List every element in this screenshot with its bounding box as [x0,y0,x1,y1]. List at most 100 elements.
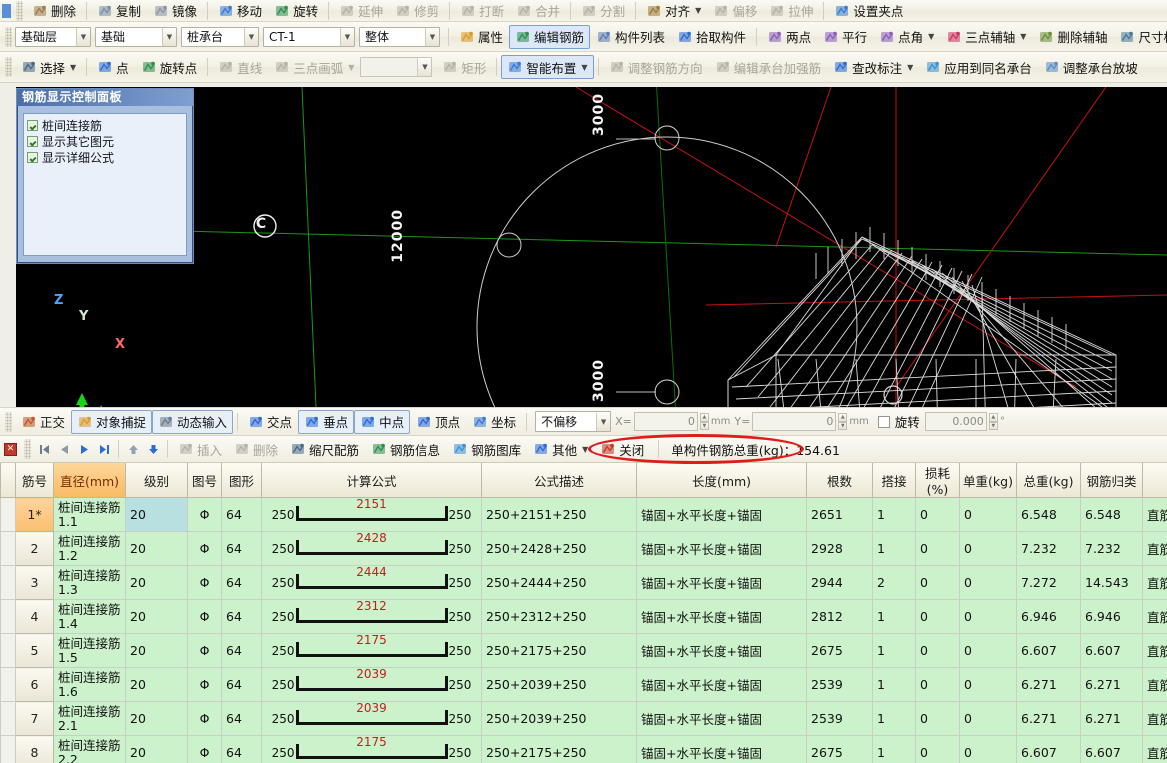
control-panel-checkbox-row[interactable]: 显示详细公式 [27,150,183,165]
rebar-grid[interactable]: 筋号 直径(mm) 级别 图号 图形 计算公式 公式描述 长度(mm) 根数 搭接 损耗(%) 单重(… [0,463,1167,763]
cell-formula-desc[interactable]: 锚固+水平长度+锚固 [636,633,807,668]
cell-length[interactable]: 2651 [806,497,873,532]
row-number[interactable]: 8 [15,735,54,763]
cell-length[interactable]: 2539 [806,667,873,702]
component-select[interactable]: CT-1 ▼ [263,26,355,47]
cell-shape[interactable]: 250 2444 250 [261,565,482,600]
table-row[interactable]: 7 桩间连接筋2.1 20 Φ 64 250 2039 250 250+2039+250 锚固+水… [0,701,1167,736]
toolbar-item-three-point-axis[interactable]: 三点辅轴 ▼ [940,25,1032,49]
column-header-lap[interactable]: 搭接 [872,463,916,498]
cell-loss[interactable]: 0 [959,531,1017,566]
toolbar-item-rebar-library[interactable]: 钢筋图库 [446,437,527,461]
cell-loss[interactable]: 0 [959,633,1017,668]
cell-classify[interactable]: 直筋 [1142,565,1167,600]
toolbar-grip[interactable] [16,0,23,21]
toolbar-grip[interactable] [5,411,12,432]
cell-rebar-name[interactable]: 桩间连接筋1.6 [53,667,126,702]
table-row[interactable]: 6 桩间连接筋1.6 20 Φ 64 250 2039 250 250+2039+250 锚固+水… [0,667,1167,702]
cell-formula-desc[interactable]: 锚固+水平长度+锚固 [636,667,807,702]
cell-total-weight[interactable]: 6.946 [1080,599,1143,634]
cell-shape[interactable]: 250 2039 250 [261,701,482,736]
chevron-down-icon[interactable]: ▼ [695,6,701,15]
cell-rebar-name[interactable]: 桩间连接筋1.2 [53,531,126,566]
toolbar-item-pick-component[interactable]: 拾取构件 [671,25,752,49]
cell-rebar-name[interactable]: 桩间连接筋1.3 [53,565,126,600]
cell-rebar-name[interactable]: 桩间连接筋1.5 [53,633,126,668]
toolbar-grip[interactable] [24,439,31,459]
column-header-name[interactable]: 筋号 [15,463,54,498]
toolbar-item-apply-same-cap[interactable]: 应用到同名承台 [919,55,1038,79]
toolbar-item-vertex-snap[interactable]: 顶点 [410,410,466,434]
cell-shape[interactable]: 250 2151 250 [261,497,482,532]
toolbar-item-rotate-point[interactable]: 旋转点 [135,55,204,79]
cell-loss[interactable]: 0 [959,565,1017,600]
cell-diameter[interactable]: 20 [125,531,188,566]
cell-loss[interactable]: 0 [959,497,1017,532]
toolbar-item-check-annotation[interactable]: 查改标注 ▼ [827,55,919,79]
cell-unit-weight[interactable]: 6.946 [1016,599,1081,634]
cell-formula[interactable]: 250+2039+250 [481,701,637,736]
cell-loss[interactable]: 0 [959,599,1017,634]
cell-classify[interactable]: 直筋 [1142,735,1167,763]
toolbar-item-align[interactable]: 对齐 ▼ [640,0,707,21]
table-row[interactable]: 4 桩间连接筋1.4 20 Φ 64 250 2312 250 250+2312+250 锚固+水… [0,599,1167,634]
cell-lap[interactable]: 0 [915,633,960,668]
cell-formula-desc[interactable]: 锚固+水平长度+锚固 [636,531,807,566]
cell-shape[interactable]: 250 2312 250 [261,599,482,634]
toolbar-item-rotate[interactable]: 旋转 [268,0,324,21]
cell-figure-no[interactable]: 64 [221,565,262,600]
column-header-grade[interactable]: 级别 [125,463,188,498]
rotate-spinner[interactable]: ▲ ▼ [988,413,998,430]
cell-lap[interactable]: 0 [915,667,960,702]
cell-figure-no[interactable]: 64 [221,633,262,668]
cell-lap[interactable]: 0 [915,531,960,566]
cell-unit-weight[interactable]: 7.272 [1016,565,1081,600]
row-number[interactable]: 2 [15,531,54,566]
cell-figure-no[interactable]: 64 [221,667,262,702]
toolbar-item-close[interactable]: 关闭 [594,437,650,461]
cell-count[interactable]: 1 [872,735,916,763]
cell-loss[interactable]: 0 [959,667,1017,702]
component-type-select[interactable]: 桩承台 ▼ [181,26,259,47]
control-panel-checkbox-row[interactable]: 桩间连接筋 [27,118,183,133]
cell-count[interactable]: 2 [872,565,916,600]
cell-length[interactable]: 2539 [806,701,873,736]
toolbar-item-ortho[interactable]: 正交 [15,410,71,434]
cell-loss[interactable]: 0 [959,735,1017,763]
column-header-count[interactable]: 根数 [806,463,873,498]
cell-lap[interactable]: 0 [915,701,960,736]
cell-unit-weight[interactable]: 6.607 [1016,735,1081,763]
row-number[interactable]: 3 [15,565,54,600]
y-spinner[interactable]: ▲ ▼ [838,413,848,430]
cell-unit-weight[interactable]: 6.607 [1016,633,1081,668]
cell-total-weight[interactable]: 6.607 [1080,633,1143,668]
cell-diameter[interactable]: 20 [125,565,188,600]
toolbar-item-delete-axis[interactable]: 删除辅轴 [1032,25,1113,49]
cell-shape[interactable]: 250 2175 250 [261,633,482,668]
checkbox-1[interactable] [27,136,38,147]
cell-formula-desc[interactable]: 锚固+水平长度+锚固 [636,599,807,634]
column-header-loss[interactable]: 损耗(%) [915,463,960,498]
cell-diameter[interactable]: 20 [125,701,188,736]
cell-lap[interactable]: 0 [915,565,960,600]
cell-formula[interactable]: 250+2312+250 [481,599,637,634]
chevron-down-icon[interactable]: ▼ [244,27,258,46]
cell-figure-no[interactable]: 64 [221,531,262,566]
toolbar-item-point[interactable]: 点 [91,55,135,79]
cell-diameter[interactable]: 20 [125,599,188,634]
toolbar-item-scaled-rebar[interactable]: 缩尺配筋 [284,437,365,461]
cell-rebar-name[interactable]: 桩间连接筋2.2 [53,735,126,763]
toolbar-item-dimension[interactable]: 尺寸标注▼ [1113,25,1167,49]
toolbar-component[interactable]: 基础层 ▼ 基础 ▼ 桩承台 ▼ CT-1 ▼ 整体 ▼ 属性 编辑钢筋 构件列表 拾… [0,22,1167,52]
cell-count[interactable]: 1 [872,701,916,736]
toolbar-item-move[interactable]: 移动 [212,0,268,21]
column-header-shape[interactable]: 图形 [221,463,262,498]
cell-length[interactable]: 2812 [806,599,873,634]
toolbar-grip[interactable] [5,26,12,47]
cell-classify[interactable]: 直筋 [1142,531,1167,566]
row-number[interactable]: 1* [15,497,54,532]
toolbar-item-smart-layout[interactable]: 智能布置 ▼ [501,55,594,79]
cell-grade[interactable]: Φ [187,667,222,702]
column-header-figure_no[interactable]: 图号 [187,463,222,498]
cell-shape[interactable]: 250 2428 250 [261,531,482,566]
